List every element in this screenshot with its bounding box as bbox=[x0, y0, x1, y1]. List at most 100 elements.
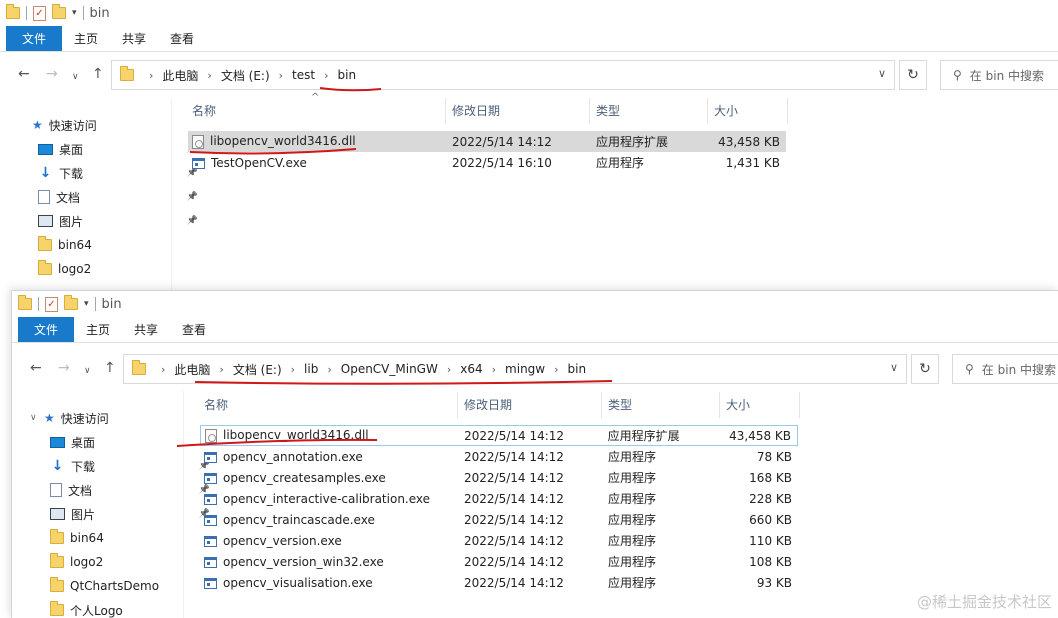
file-row[interactable]: opencv_version_win32.exe 2022/5/14 14:12 应… bbox=[200, 551, 798, 572]
column-header-type[interactable]: 类型 bbox=[590, 98, 708, 124]
sidebar-item[interactable]: 文档 📌 bbox=[38, 186, 198, 208]
address-bar[interactable]: › 此电脑 › 文档 (E:) › lib › OpenCV_MinGW › x64 › mingw ›… bbox=[123, 354, 907, 384]
breadcrumb-chevron-icon[interactable]: › bbox=[219, 363, 223, 376]
recent-locations-icon[interactable]: ∨ bbox=[72, 70, 79, 84]
breadcrumb-item[interactable]: lib bbox=[304, 362, 318, 376]
sidebar-item[interactable]: 图片📌 bbox=[50, 503, 210, 525]
breadcrumb-chevron-icon[interactable]: › bbox=[207, 69, 211, 82]
tab-home[interactable]: 主页 bbox=[62, 26, 110, 51]
ribbon-tabs: 文件 主页 共享 查看 bbox=[0, 26, 1058, 52]
up-arrow-icon[interactable]: ↑ bbox=[104, 361, 116, 375]
folder-icon bbox=[50, 577, 64, 592]
breadcrumb-item[interactable]: test bbox=[292, 68, 315, 82]
file-row[interactable]: opencv_visualisation.exe 2022/5/14 14:12 应… bbox=[200, 572, 798, 593]
window-title: bin bbox=[89, 5, 110, 21]
title-bar: ✓ ▾ bin bbox=[12, 291, 1058, 317]
refresh-icon[interactable]: ↻ bbox=[899, 60, 927, 90]
refresh-icon[interactable]: ↻ bbox=[911, 354, 939, 384]
sidebar-item[interactable]: 文档 📌 bbox=[50, 479, 210, 501]
up-arrow-icon[interactable]: ↑ bbox=[92, 67, 104, 81]
sidebar-item[interactable]: ∨ ★ 快速访问 bbox=[30, 407, 184, 429]
breadcrumb-item[interactable]: bin bbox=[338, 68, 357, 82]
file-row[interactable]: opencv_interactive-calibration.exe 2022/5… bbox=[200, 488, 798, 509]
sidebar-item[interactable]: QtChartsDemo bbox=[50, 575, 190, 597]
address-bar[interactable]: › 此电脑 › 文档 (E:) › test › bin ∨ bbox=[111, 60, 895, 90]
breadcrumb-chevron-icon[interactable]: › bbox=[492, 363, 496, 376]
breadcrumb-chevron-icon[interactable]: › bbox=[554, 363, 558, 376]
breadcrumb-item[interactable]: 文档 (E:) bbox=[233, 361, 282, 378]
breadcrumb-item[interactable]: mingw bbox=[505, 362, 545, 376]
breadcrumb-item[interactable]: OpenCV_MinGW bbox=[341, 362, 438, 376]
file-modified: 2022/5/14 14:12 bbox=[452, 134, 552, 149]
sidebar-item[interactable]: ↓ 下载 📌 bbox=[38, 162, 198, 184]
quick-access-toolbar: ✓ ▾ bin bbox=[6, 4, 110, 22]
pin-icon[interactable]: 📌 bbox=[187, 192, 198, 202]
breadcrumb-chevron-icon[interactable]: › bbox=[447, 363, 451, 376]
breadcrumb-chevron-icon[interactable]: › bbox=[327, 363, 331, 376]
tab-file[interactable]: 文件 bbox=[18, 317, 74, 342]
tab-share[interactable]: 共享 bbox=[122, 317, 170, 342]
pin-icon[interactable]: 📌 bbox=[187, 216, 198, 226]
tab-view[interactable]: 查看 bbox=[158, 26, 206, 51]
breadcrumb-chevron-icon[interactable]: › bbox=[324, 69, 328, 82]
sidebar-item[interactable]: logo2 bbox=[38, 258, 178, 280]
column-header-modified[interactable]: 修改日期 bbox=[446, 98, 590, 124]
breadcrumb-item[interactable]: bin bbox=[568, 362, 587, 376]
customize-dropdown-icon[interactable]: ▾ bbox=[72, 8, 77, 18]
search-box[interactable]: ⚲ 在 bin 中搜索 bbox=[940, 60, 1058, 90]
column-header-name[interactable]: 名称 bbox=[198, 392, 458, 418]
tab-view[interactable]: 查看 bbox=[170, 317, 218, 342]
breadcrumb-chevron-icon[interactable]: › bbox=[149, 69, 153, 82]
customize-dropdown-icon[interactable]: ▾ bbox=[84, 299, 89, 309]
back-arrow-icon[interactable]: ← bbox=[30, 361, 42, 375]
tab-share[interactable]: 共享 bbox=[110, 26, 158, 51]
address-dropdown-icon[interactable]: ∨ bbox=[890, 361, 898, 374]
properties-icon[interactable]: ✓ bbox=[45, 296, 58, 312]
file-row[interactable]: opencv_createsamples.exe 2022/5/14 14:12 应… bbox=[200, 467, 798, 488]
breadcrumb-chevron-icon[interactable]: › bbox=[161, 363, 165, 376]
folder-icon bbox=[38, 260, 52, 275]
properties-icon[interactable]: ✓ bbox=[33, 5, 46, 21]
sidebar-item[interactable]: bin64 bbox=[38, 234, 178, 256]
tab-file[interactable]: 文件 bbox=[6, 26, 62, 51]
file-row[interactable]: opencv_annotation.exe 2022/5/14 14:12 应用程序… bbox=[200, 446, 798, 467]
column-header-size[interactable]: 大小 bbox=[720, 392, 800, 418]
breadcrumb-item[interactable]: 文档 (E:) bbox=[221, 67, 270, 84]
recent-locations-icon[interactable]: ∨ bbox=[84, 364, 91, 378]
navigation-bar: ← → ∨ ↑ › 此电脑 › 文档 (E:) › test › bin ∨ ↻ ⚲ 在 bi… bbox=[0, 55, 1058, 93]
file-row[interactable]: opencv_version.exe 2022/5/14 14:12 应用程序 110… bbox=[200, 530, 798, 551]
sidebar-item[interactable]: logo2 bbox=[50, 551, 190, 573]
sidebar-item[interactable]: bin64 bbox=[50, 527, 190, 549]
sidebar-item[interactable]: ↓ 下载 📌 bbox=[50, 455, 210, 477]
breadcrumb-item[interactable]: x64 bbox=[460, 362, 482, 376]
column-header-size[interactable]: 大小 bbox=[708, 98, 788, 124]
sidebar-item[interactable]: 图片📌 bbox=[38, 210, 198, 232]
file-row[interactable]: opencv_traincascade.exe 2022/5/14 14:12 应用… bbox=[200, 509, 798, 530]
expand-icon[interactable]: ∨ bbox=[30, 413, 37, 423]
tab-home[interactable]: 主页 bbox=[74, 317, 122, 342]
breadcrumb-item[interactable]: 此电脑 bbox=[162, 67, 198, 84]
file-size: 108 KB bbox=[749, 554, 792, 569]
file-row[interactable]: TestOpenCV.exe 2022/5/14 16:10 应用程序 1,431 K… bbox=[188, 152, 786, 173]
search-box[interactable]: ⚲ 在 bin 中搜索 bbox=[952, 354, 1058, 384]
sidebar-item[interactable]: 个人Logo bbox=[50, 599, 190, 618]
forward-arrow-icon[interactable]: → bbox=[58, 361, 70, 375]
new-folder-icon[interactable] bbox=[64, 295, 78, 310]
sidebar-item[interactable]: 桌面📌 bbox=[38, 138, 198, 160]
breadcrumb-chevron-icon[interactable]: › bbox=[279, 69, 283, 82]
document-icon bbox=[50, 483, 62, 497]
column-headers: 名称 修改日期 类型 大小 bbox=[198, 392, 800, 418]
sidebar-item[interactable]: ★ 快速访问 bbox=[32, 114, 172, 136]
back-arrow-icon[interactable]: ← bbox=[18, 67, 30, 81]
column-header-modified[interactable]: 修改日期 bbox=[458, 392, 602, 418]
breadcrumb-item[interactable]: 此电脑 bbox=[174, 361, 210, 378]
new-folder-icon[interactable] bbox=[52, 4, 66, 19]
breadcrumb-chevron-icon[interactable]: › bbox=[291, 363, 295, 376]
file-row[interactable]: libopencv_world3416.dll 2022/5/14 14:12 应用… bbox=[188, 131, 786, 152]
forward-arrow-icon[interactable]: → bbox=[46, 67, 58, 81]
file-row[interactable]: libopencv_world3416.dll 2022/5/14 14:12 应用… bbox=[200, 425, 798, 446]
sidebar-item[interactable]: 桌面📌 bbox=[50, 431, 210, 453]
sidebar-item-label: 下载 bbox=[59, 166, 84, 181]
column-header-type[interactable]: 类型 bbox=[602, 392, 720, 418]
address-dropdown-icon[interactable]: ∨ bbox=[878, 67, 886, 80]
